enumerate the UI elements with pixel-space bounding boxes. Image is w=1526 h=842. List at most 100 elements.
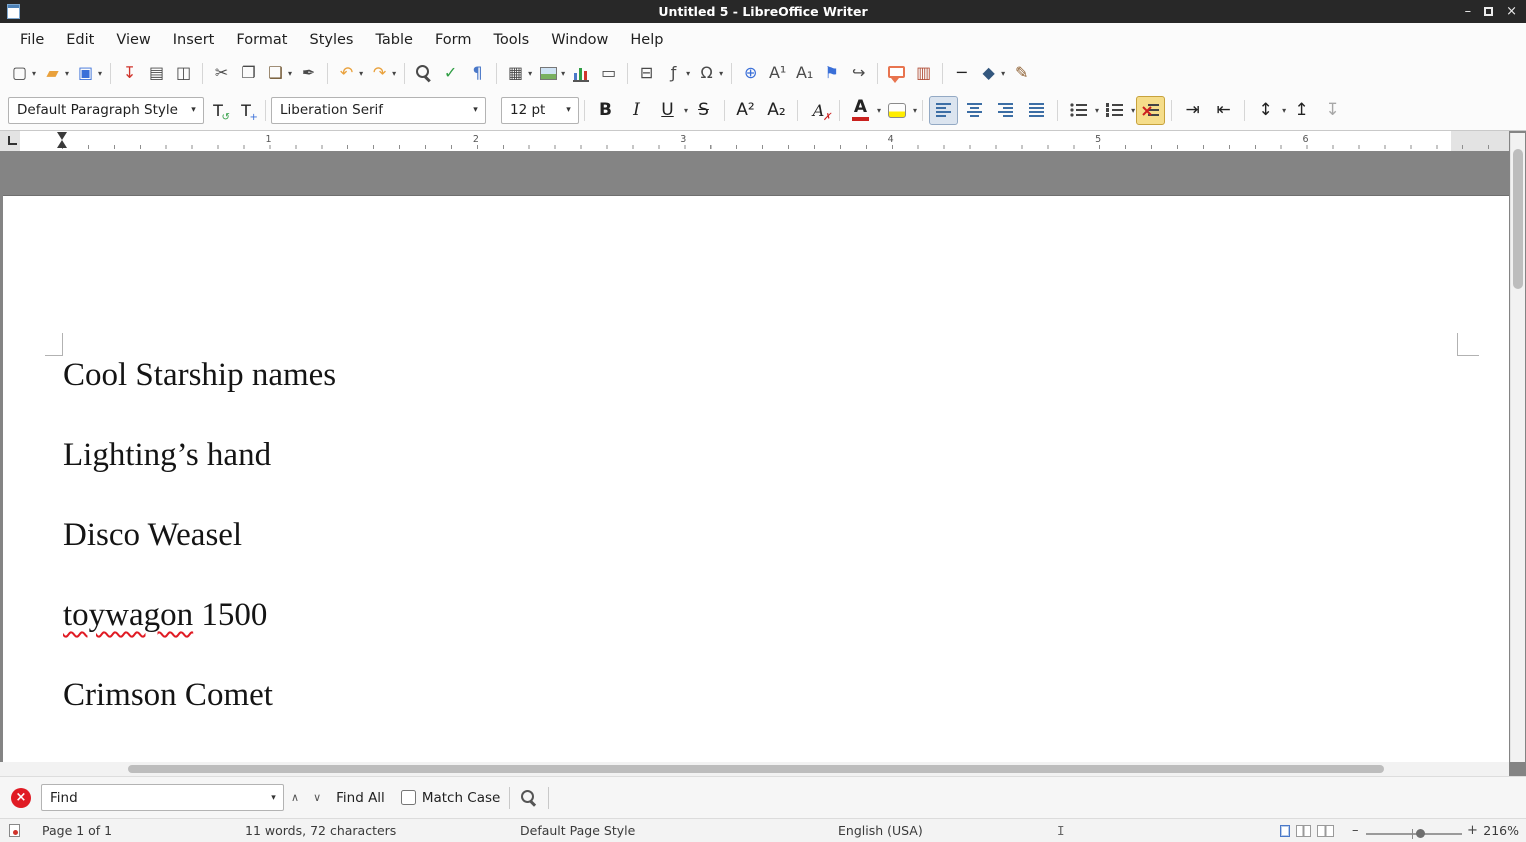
menu-help[interactable]: Help [619,25,674,55]
increase-paragraph-spacing-button[interactable]: ↥ [1287,96,1316,125]
paragraph[interactable]: toywagon 1500 [63,596,1469,634]
menu-window[interactable]: Window [540,25,619,55]
document-text[interactable]: Cool Starship names Lighting’s hand Disc… [63,356,1469,756]
underline-button[interactable]: U [653,96,682,125]
print-button[interactable]: ▤ [144,60,169,87]
paragraph[interactable]: Disco Weasel [63,516,1469,554]
left-indent-icon[interactable] [57,140,67,148]
insert-page-break-button[interactable]: ⊟ [634,60,659,87]
menu-view[interactable]: View [105,25,161,55]
redo-button[interactable]: ↷▾ [367,60,398,87]
clear-formatting-button[interactable]: A✗ [804,96,833,125]
chevron-down-icon[interactable]: ▾ [184,105,203,115]
paste-button[interactable]: ❑▾ [263,60,294,87]
book-view-button[interactable] [1317,825,1334,837]
insert-comment-button[interactable] [884,60,909,87]
font-color-dropdown[interactable]: ▾ [877,106,881,115]
italic-button[interactable]: I [622,96,651,125]
ruler[interactable]: 123456 [0,131,1509,151]
new-document-button[interactable]: ▢▾ [7,60,38,87]
no-list-button[interactable] [1136,96,1165,125]
paragraph-text[interactable]: 1500 [193,597,267,633]
find-previous-button[interactable]: ∧ [284,787,306,808]
numbered-list-dropdown[interactable]: ▾ [1131,106,1135,115]
find-all-button[interactable]: Find All [336,790,385,806]
justify-button[interactable] [1022,96,1051,125]
zoom-level-status[interactable]: 216% [1483,819,1519,842]
new-style-button[interactable]: T+ [233,96,259,125]
zoom-in-button[interactable]: + [1467,819,1478,842]
new-document-dropdown[interactable]: ▾ [32,69,36,78]
paste-dropdown[interactable]: ▾ [288,69,292,78]
restore-button[interactable] [1484,7,1493,16]
align-center-button[interactable] [960,96,989,125]
zoom-slider-knob[interactable] [1416,829,1425,838]
match-case-checkbox[interactable] [401,790,416,805]
menu-styles[interactable]: Styles [298,25,364,55]
page-number-status[interactable]: Page 1 of 1 [42,819,112,842]
spelling-button[interactable]: ✓ [438,60,463,87]
open-file-dropdown[interactable]: ▾ [65,69,69,78]
export-pdf-button[interactable]: ↧ [117,60,142,87]
save-button[interactable]: ▣▾ [73,60,104,87]
document-page[interactable]: Cool Starship names Lighting’s hand Disc… [3,195,1509,762]
horizontal-scrollbar-thumb[interactable] [128,765,1384,773]
align-right-button[interactable] [991,96,1020,125]
font-color-button[interactable]: A [846,96,875,125]
insert-cross-reference-button[interactable]: ↪ [846,60,871,87]
single-page-view-button[interactable] [1280,825,1290,837]
undo-button[interactable]: ↶▾ [334,60,365,87]
first-line-indent-icon[interactable] [57,132,67,140]
vertical-scrollbar[interactable] [1510,133,1525,762]
decrease-indent-button[interactable]: ⇤ [1209,96,1238,125]
page-style-status[interactable]: Default Page Style [520,819,635,842]
misspelled-word[interactable]: toywagon [63,597,193,633]
cut-button[interactable]: ✂ [209,60,234,87]
decrease-paragraph-spacing-button[interactable]: ↧ [1318,96,1347,125]
basic-shapes-button[interactable]: ◆▾ [976,60,1007,87]
direct-cursor-icon[interactable]: I [1057,819,1065,842]
numbered-list-button[interactable] [1100,96,1129,125]
chevron-down-icon[interactable]: ▾ [559,105,578,115]
insert-bookmark-button[interactable]: ⚑ [819,60,844,87]
tab-stop-selector-icon[interactable] [8,136,17,145]
menu-insert[interactable]: Insert [162,25,226,55]
find-and-replace-icon[interactable] [519,788,539,808]
insert-chart-button[interactable] [569,60,594,87]
minimize-button[interactable]: – [1465,4,1472,19]
insert-field-button[interactable]: ƒ▾ [661,60,692,87]
copy-button[interactable]: ❐ [236,60,261,87]
bullet-list-dropdown[interactable]: ▾ [1095,106,1099,115]
close-button[interactable]: × [1506,4,1517,19]
paragraph[interactable]: Crimson Comet [63,676,1469,714]
close-find-bar-button[interactable]: × [11,788,31,808]
horizontal-scrollbar[interactable] [0,762,1509,776]
menu-table[interactable]: Table [364,25,424,55]
insert-image-dropdown[interactable]: ▾ [561,69,565,78]
superscript-button[interactable]: A² [731,96,760,125]
insert-text-box-button[interactable]: ▭ [596,60,621,87]
paragraph[interactable]: Cool Starship names [63,356,1469,394]
menu-format[interactable]: Format [225,25,298,55]
document-modified-icon[interactable] [9,824,20,837]
font-size-combobox[interactable]: 12 pt ▾ [501,97,579,124]
insert-table-button[interactable]: ▦▾ [503,60,534,87]
chevron-down-icon[interactable]: ▾ [466,105,485,115]
menu-tools[interactable]: Tools [483,25,541,55]
left-indent-marker[interactable] [57,132,67,148]
font-name-combobox[interactable]: Liberation Serif ▾ [271,97,486,124]
print-preview-button[interactable]: ◫ [171,60,196,87]
strikethrough-button[interactable]: S [689,96,718,125]
menu-edit[interactable]: Edit [55,25,105,55]
underline-dropdown[interactable]: ▾ [684,106,688,115]
line-spacing-dropdown[interactable]: ▾ [1282,106,1286,115]
zoom-out-button[interactable]: – [1352,819,1359,842]
align-left-button[interactable] [929,96,958,125]
highlight-color-button[interactable] [882,96,911,125]
zoom-slider[interactable] [1366,833,1462,835]
multi-page-view-button[interactable] [1296,825,1311,837]
line-spacing-button[interactable]: ↕ [1251,96,1280,125]
find-and-replace-button[interactable] [411,60,436,87]
update-style-button[interactable]: T↺ [205,96,231,125]
find-next-button[interactable]: ∨ [306,787,328,808]
